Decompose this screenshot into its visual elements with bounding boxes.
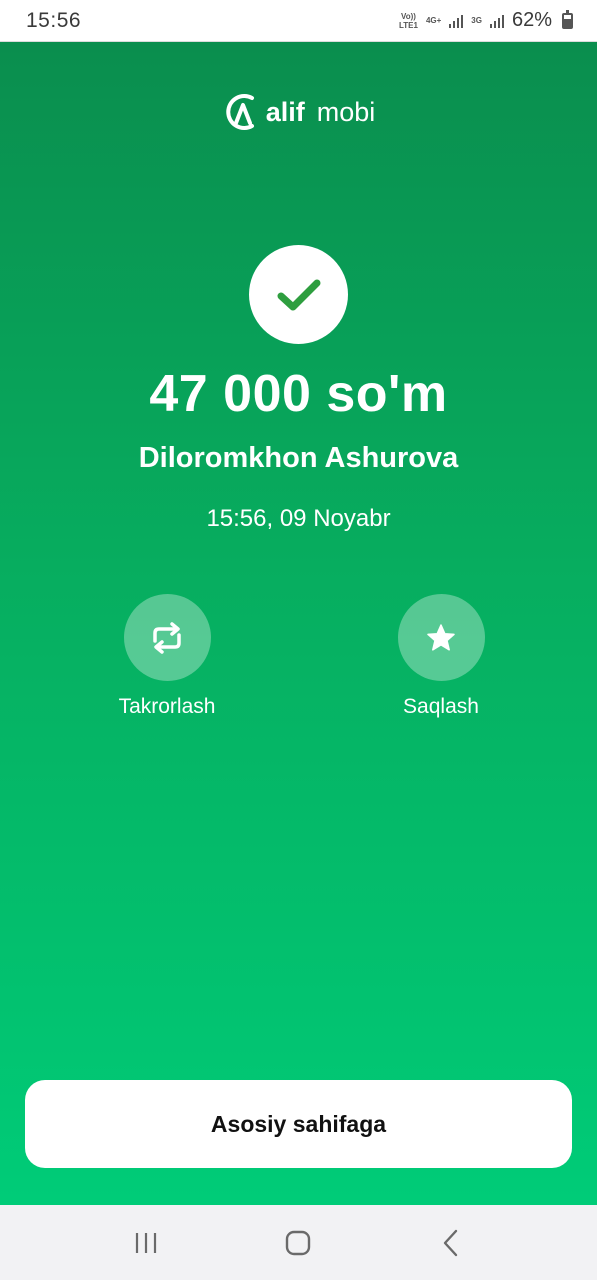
recent-apps-button[interactable] — [116, 1218, 176, 1268]
signal-icon — [489, 14, 504, 28]
save-label: Saqlash — [403, 695, 479, 718]
brand-name-light: mobi — [316, 96, 376, 127]
payment-datetime: 15:56, 09 Noyabr — [206, 505, 391, 532]
signal-icon — [449, 14, 464, 28]
alif-logo-icon — [225, 94, 254, 130]
recipient-name: Diloromkhon Ashurova — [138, 442, 459, 474]
star-icon — [427, 623, 455, 651]
status-indicators: Vo)) LTE1 4G+ 3G 62% — [399, 9, 573, 32]
check-icon — [277, 279, 320, 310]
battery-icon — [562, 9, 573, 29]
repeat-button-circle[interactable] — [123, 594, 211, 681]
brand-name-bold: alif — [265, 96, 305, 127]
save-button[interactable]: Saqlash — [361, 594, 521, 719]
brand-logo: alif mobi — [0, 90, 597, 134]
success-badge — [249, 245, 348, 344]
repeat-button[interactable]: Takrorlash — [87, 594, 247, 719]
repeat-label: Takrorlash — [118, 695, 216, 718]
battery-percentage: 62% — [511, 9, 552, 31]
recent-apps-icon — [136, 1232, 157, 1253]
network-4g-indicator: 4G+ — [425, 16, 442, 25]
home-nav-button[interactable] — [268, 1218, 328, 1268]
home-page-button[interactable]: Asosiy sahifaga — [25, 1080, 572, 1168]
volte-indicator: Vo)) LTE1 — [398, 11, 418, 30]
payment-amount: 47 000 so'm — [149, 365, 448, 423]
back-nav-button[interactable] — [421, 1218, 481, 1268]
home-icon — [286, 1230, 311, 1255]
payment-success-screen: alif mobi 47 000 so'm Diloromkhon Ashurov… — [0, 42, 597, 1205]
status-time: 15:56 — [26, 8, 82, 32]
system-navigation-bar — [0, 1205, 597, 1280]
status-bar: 15:56 Vo)) LTE1 4G+ 3G 62% — [0, 0, 597, 42]
save-button-circle[interactable] — [397, 594, 485, 681]
network-3g-indicator: 3G — [471, 16, 482, 25]
back-icon — [443, 1229, 458, 1256]
repeat-icon — [153, 621, 181, 654]
